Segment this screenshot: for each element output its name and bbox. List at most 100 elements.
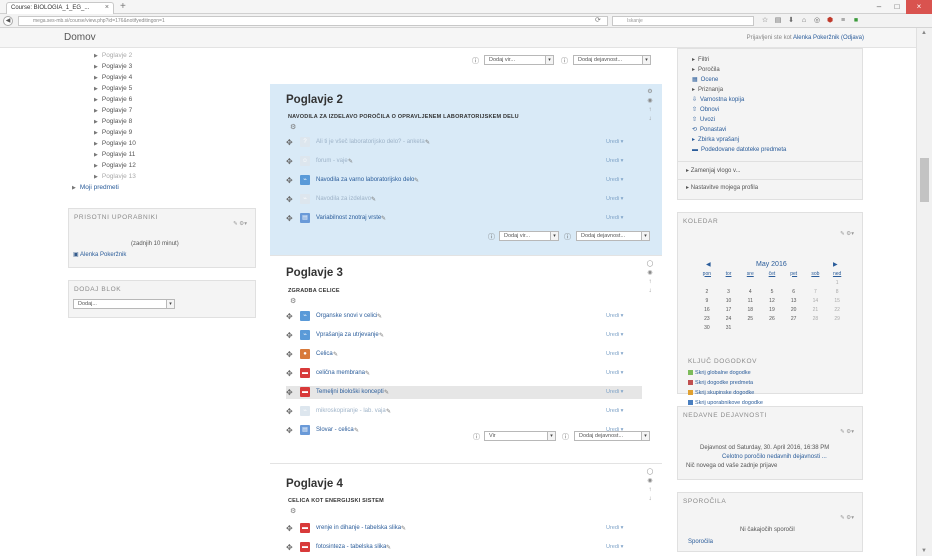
addon-icon[interactable]: ■ [851, 15, 861, 27]
calendar-day[interactable]: 2 [696, 287, 718, 296]
calendar-day[interactable]: 7 [805, 287, 827, 296]
activity-link[interactable]: Ali ti je všeč laboratorijsko delo? - an… [316, 139, 425, 145]
add-activity-select[interactable]: Dodaj dejavnost... ▾ [576, 231, 650, 241]
help-icon[interactable]: ⓘ [564, 232, 571, 242]
calendar-day[interactable]: 27 [783, 314, 805, 323]
pencil-icon[interactable]: ✎ [371, 196, 376, 203]
nav-item[interactable]: ▶ Poglavje 10 [68, 138, 256, 149]
nav-item[interactable]: ▶ Poglavje 9 [68, 127, 256, 138]
scroll-down-icon[interactable]: ▼ [921, 548, 927, 554]
eye-icon[interactable]: ◉ [646, 477, 654, 486]
back-icon[interactable]: ◀ [3, 16, 13, 26]
calendar-day[interactable]: 19 [761, 305, 783, 314]
close-window-button[interactable]: × [906, 0, 932, 14]
download-icon[interactable]: ⬇ [786, 15, 796, 27]
activity-link[interactable]: Variabilnost znotraj vrste [316, 215, 381, 221]
move-icon[interactable]: ✥ [286, 543, 293, 552]
admin-item[interactable]: ▸ Poročila [678, 65, 862, 75]
activity-link[interactable]: Vprašanja za utrjevanje [316, 332, 379, 338]
pencil-icon[interactable]: ✎ [333, 351, 338, 358]
nav-item[interactable]: ▶ Poglavje 4 [68, 72, 256, 83]
calendar-day[interactable]: 5 [761, 287, 783, 296]
edit-menu-link[interactable]: Uredi ▾ [606, 177, 623, 183]
move-icon[interactable]: ✥ [286, 195, 293, 204]
gear-icon[interactable]: ⚙ [290, 297, 296, 305]
pencil-icon[interactable]: ✎ [401, 525, 406, 532]
calendar-day[interactable]: 12 [761, 296, 783, 305]
events-key-link[interactable]: Skrij dogodke predmeta [688, 380, 753, 386]
admin-item[interactable]: ▸ Filtri [678, 55, 862, 65]
pencil-icon[interactable]: ✎ [386, 408, 391, 415]
calendar-day[interactable]: 31 [718, 323, 740, 332]
online-user[interactable]: ▣ Alenka Pokeržnik [73, 251, 126, 258]
move-icon[interactable]: ✥ [286, 157, 293, 166]
edit-menu-link[interactable]: Uredi ▾ [606, 313, 623, 319]
reload-icon[interactable]: ⟳ [595, 16, 601, 24]
user-link[interactable]: Alenka Pokeržnik [793, 35, 839, 41]
logout-link[interactable]: (Odjava) [841, 35, 864, 41]
pencil-icon[interactable]: ✎ [414, 177, 419, 184]
nav-item[interactable]: ▶ Poglavje 3 [68, 61, 256, 72]
calendar-day[interactable]: 1 [826, 278, 848, 287]
block-controls-icon[interactable]: ✎ ⚙▾ [840, 429, 854, 435]
nav-item[interactable]: ▶ Poglavje 12 [68, 160, 256, 171]
gear-icon[interactable]: ⚙ [290, 507, 296, 515]
arrow-down-icon[interactable]: ↓ [646, 115, 654, 124]
url-field[interactable]: mega.ses-mb.si/course/view.php?id=176&no… [18, 16, 608, 26]
arrow-up-icon[interactable]: ↑ [646, 278, 654, 287]
calendar-day[interactable]: 21 [805, 305, 827, 314]
move-icon[interactable]: ✥ [286, 426, 293, 435]
move-icon[interactable]: ✥ [286, 350, 293, 359]
edit-menu-link[interactable]: Uredi ▾ [606, 351, 623, 357]
admin-item[interactable]: ▦ Ocene [678, 75, 862, 85]
activity-link[interactable]: celična membrana [316, 370, 365, 376]
calendar-day[interactable]: 13 [783, 296, 805, 305]
edit-menu-link[interactable]: Uredi ▾ [606, 525, 623, 531]
gear-icon[interactable]: ⚙ [290, 123, 296, 131]
activity-link[interactable]: Temeljni biološki koncepti [316, 389, 384, 395]
menu-icon[interactable]: ≡ [838, 15, 848, 27]
admin-item[interactable]: ⇧ Uvozi [678, 115, 862, 125]
block-controls-icon[interactable]: ✎ ⚙▾ [840, 515, 854, 521]
search-input[interactable]: Iskanje [612, 16, 754, 26]
admin-item[interactable]: ⇧ Obnovi [678, 105, 862, 115]
pencil-icon[interactable]: ✎ [377, 313, 382, 320]
gear-icon[interactable]: ⚙ [646, 88, 654, 97]
prev-month-icon[interactable]: ◀ [706, 261, 711, 268]
block-controls-icon[interactable]: ✎ ⚙▾ [840, 231, 854, 237]
arrow-down-icon[interactable]: ↓ [646, 495, 654, 504]
edit-menu-link[interactable]: Uredi ▾ [606, 332, 623, 338]
move-icon[interactable]: ✥ [286, 312, 293, 321]
calendar-day[interactable]: 9 [696, 296, 718, 305]
calendar-day[interactable]: 8 [826, 287, 848, 296]
messages-link[interactable]: Sporočila [688, 539, 713, 545]
profile-settings-link[interactable]: ▸ Nastavitve mojega profila [686, 184, 758, 191]
shield-icon[interactable]: ⬢ [825, 15, 835, 27]
add-resource-select[interactable]: Vir ▾ [484, 431, 556, 441]
scrollbar-thumb[interactable] [920, 158, 929, 202]
calendar-day[interactable]: 10 [718, 296, 740, 305]
calendar-day[interactable]: 17 [718, 305, 740, 314]
help-icon[interactable]: ⓘ [488, 232, 495, 242]
add-activity-select[interactable]: Dodaj dejavnost... ▾ [573, 55, 651, 65]
calendar-day[interactable]: 29 [826, 314, 848, 323]
edit-menu-link[interactable]: Uredi ▾ [606, 389, 623, 395]
edit-menu-link[interactable]: Uredi ▾ [606, 158, 623, 164]
maximize-button[interactable]: □ [888, 0, 906, 14]
reading-icon[interactable]: ▤ [773, 15, 783, 27]
edit-menu-link[interactable]: Uredi ▾ [606, 215, 623, 221]
add-block-select[interactable]: Dodaj... ▾ [73, 299, 175, 309]
eye-icon[interactable]: ◯ [646, 468, 654, 477]
activity-link[interactable]: Organske snovi v celici [316, 313, 377, 319]
activity-link[interactable]: fotosinteza - tabelska slika [316, 544, 386, 550]
activity-link[interactable]: Navodila za izdelavo [316, 196, 371, 202]
help-icon[interactable]: ⓘ [562, 432, 569, 442]
admin-item[interactable]: ⇩ Varnostna kopija [678, 95, 862, 105]
edit-menu-link[interactable]: Uredi ▾ [606, 544, 623, 550]
eye-icon[interactable]: ◉ [646, 269, 654, 278]
help-icon[interactable]: ⓘ [472, 56, 479, 66]
calendar-day[interactable]: 14 [805, 296, 827, 305]
pencil-icon[interactable]: ✎ [425, 139, 430, 146]
eye-icon[interactable]: ◯ [646, 260, 654, 269]
help-icon[interactable]: ⓘ [561, 56, 568, 66]
